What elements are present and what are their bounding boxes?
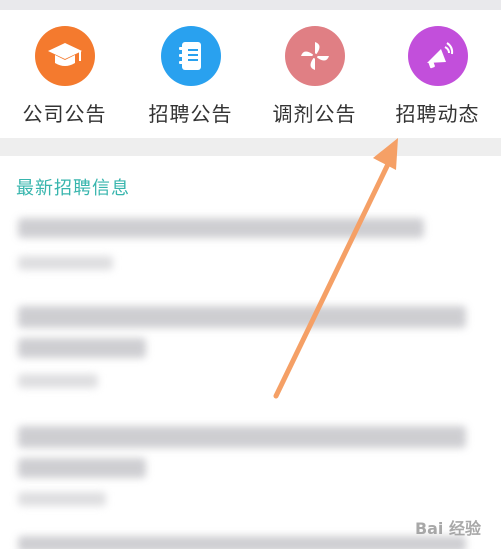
blurred-date	[18, 256, 113, 270]
section-divider	[0, 138, 501, 156]
status-bar	[0, 0, 501, 10]
nav-item-recruitment-announcements[interactable]: 招聘公告	[128, 26, 253, 138]
blurred-title	[18, 338, 146, 358]
nav-item-label: 招聘公告	[148, 102, 233, 126]
announcement-nav: 公司公告 招聘公告 调剂公告 招聘动态	[0, 10, 501, 138]
latest-recruitment-list: 最新招聘信息 Bai 经验	[0, 156, 501, 549]
notebook-icon	[161, 26, 221, 86]
blurred-date	[18, 492, 106, 506]
nav-item-label: 调剂公告	[272, 102, 357, 126]
graduation-cap-icon	[35, 26, 95, 86]
pinwheel-icon	[285, 26, 345, 86]
blurred-title	[18, 458, 146, 478]
blurred-title	[18, 218, 424, 238]
blurred-title	[18, 536, 466, 549]
nav-item-recruitment-news[interactable]: 招聘动态	[375, 26, 500, 138]
blurred-title	[18, 426, 466, 448]
section-title: 最新招聘信息	[16, 178, 130, 199]
nav-item-adjustment-announcements[interactable]: 调剂公告	[252, 26, 377, 138]
nav-item-label: 招聘动态	[395, 102, 480, 126]
blurred-title	[18, 306, 466, 328]
blurred-date	[18, 374, 98, 388]
nav-item-label: 公司公告	[22, 102, 107, 126]
watermark: Bai 经验	[414, 519, 481, 538]
nav-item-company-announcements[interactable]: 公司公告	[2, 26, 127, 138]
megaphone-icon	[408, 26, 468, 86]
